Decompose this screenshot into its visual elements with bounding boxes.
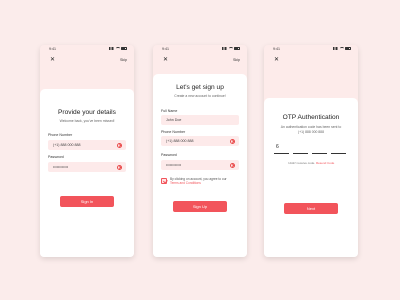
- status-time: 9:41: [273, 47, 280, 51]
- battery-icon: [121, 47, 127, 50]
- phone-label: Phone Number: [48, 133, 73, 137]
- otp-subtitle: An authentication code has been sent to: [280, 125, 342, 129]
- form-card: Provide your details Welcome back, you'v…: [40, 89, 134, 257]
- phone-label: Phone Number: [161, 130, 186, 134]
- otp-inputs: 6: [274, 142, 348, 154]
- close-icon[interactable]: ✕: [274, 57, 279, 63]
- otp-screen: 9:41 ✕ OTP Authentication An authenticat…: [264, 45, 358, 257]
- phone-field[interactable]: (+1) 888 000 888: [161, 136, 239, 146]
- otp-card: OTP Authentication An authentication cod…: [264, 98, 358, 257]
- battery-icon: [234, 47, 240, 50]
- terms-text: By clicking on account, you agree to our…: [170, 177, 242, 186]
- status-icons: [333, 47, 351, 50]
- signal-icon: [109, 47, 114, 50]
- error-icon: [117, 164, 122, 170]
- page-title: Let's get sign up: [176, 84, 224, 91]
- status-icons: [222, 47, 240, 50]
- full-name-field[interactable]: John Doe: [161, 115, 239, 125]
- terms-link[interactable]: Terms and Conditions: [170, 181, 201, 185]
- error-icon: [230, 138, 235, 144]
- password-value: ••••••••••••: [166, 163, 182, 167]
- page-title: Provide your details: [58, 109, 116, 116]
- full-name-value: John Doe: [166, 118, 182, 122]
- password-label: Password: [161, 153, 177, 157]
- status-bar: 9:41: [264, 45, 358, 53]
- status-icons: [109, 47, 127, 50]
- next-button[interactable]: Next: [284, 203, 338, 214]
- skip-link[interactable]: Skip: [120, 58, 127, 62]
- phone-field[interactable]: (+1) 888 000 888: [48, 140, 126, 150]
- wifi-icon: [115, 47, 120, 50]
- signup-screen: 9:41 ✕ Skip Let's get sign up Create a n…: [153, 45, 247, 257]
- phone-value: (+1) 888 000 888: [166, 139, 194, 143]
- signal-icon: [222, 47, 227, 50]
- wifi-icon: [339, 47, 344, 50]
- otp-digit-3[interactable]: [312, 142, 327, 154]
- terms-checkbox[interactable]: [161, 178, 167, 184]
- otp-digit-2[interactable]: [293, 142, 308, 154]
- otp-digit-1[interactable]: 6: [274, 142, 289, 154]
- resend-prefix: I didn't receive code.: [287, 161, 316, 165]
- password-field[interactable]: ••••••••••••: [161, 160, 239, 170]
- password-value: ••••••••••••: [53, 165, 69, 169]
- phone-value: (+1) 888 000 888: [53, 143, 81, 147]
- error-icon: [230, 162, 235, 168]
- page-subtitle: Create a new account to continue!: [174, 94, 226, 98]
- resend-link[interactable]: Resend Code: [316, 161, 334, 165]
- status-time: 9:41: [162, 47, 169, 51]
- error-icon: [117, 142, 122, 148]
- sign-up-button[interactable]: Sign Up: [173, 201, 227, 212]
- page-subtitle: Welcome back, you've been missed!: [59, 119, 115, 123]
- top-nav: ✕ Skip: [153, 57, 247, 65]
- resend-line: I didn't receive code. Resend Code: [264, 161, 358, 165]
- close-icon[interactable]: ✕: [163, 57, 168, 63]
- otp-digit-4[interactable]: [331, 142, 346, 154]
- status-bar: 9:41: [40, 45, 134, 53]
- form-card: Let's get sign up Create a new account t…: [153, 74, 247, 257]
- battery-icon: [345, 47, 351, 50]
- sign-in-button[interactable]: Sign In: [60, 196, 114, 207]
- close-icon[interactable]: ✕: [50, 57, 55, 63]
- otp-phone: (+1) 888 000 888: [298, 130, 324, 134]
- full-name-label: Full Name: [161, 109, 178, 113]
- status-bar: 9:41: [153, 45, 247, 53]
- status-time: 9:41: [49, 47, 56, 51]
- password-label: Password: [48, 155, 64, 159]
- wifi-icon: [228, 47, 233, 50]
- signal-icon: [333, 47, 338, 50]
- top-nav: ✕: [264, 57, 358, 65]
- password-field[interactable]: ••••••••••••: [48, 162, 126, 172]
- top-nav: ✕ Skip: [40, 57, 134, 65]
- terms-prefix: By clicking on account, you agree to our: [170, 177, 227, 181]
- signin-screen: 9:41 ✕ Skip Provide your details Welcome…: [40, 45, 134, 257]
- page-title: OTP Authentication: [282, 114, 340, 121]
- skip-link[interactable]: Skip: [233, 58, 240, 62]
